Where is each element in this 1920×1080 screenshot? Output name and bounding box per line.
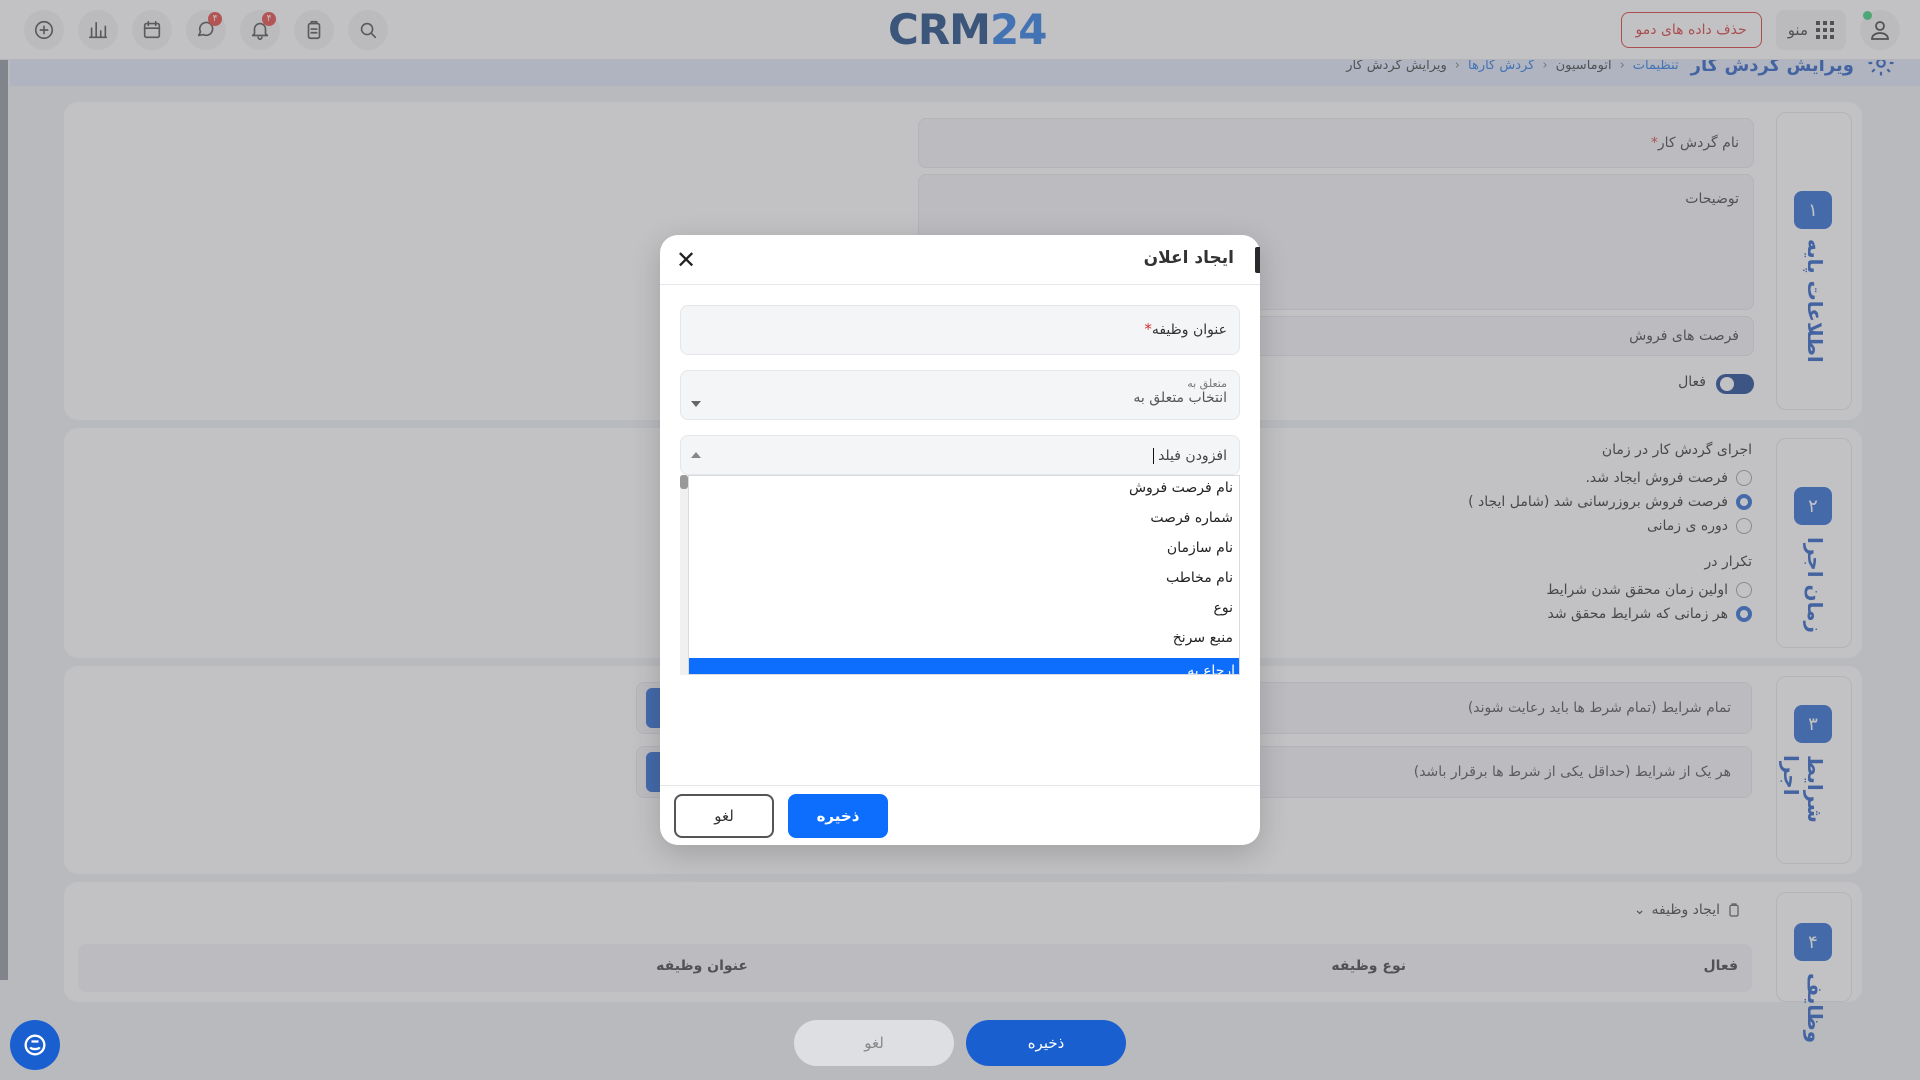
modal-cancel-button[interactable]: لغو	[674, 794, 774, 838]
related-to-placeholder: انتخاب متعلق به	[1133, 390, 1227, 406]
task-title-field[interactable]: عنوان وظیفه*	[680, 305, 1240, 355]
field-options-dropdown: نام فرصت فروش شماره فرصت نام سازمان نام …	[688, 475, 1240, 675]
page-save-button[interactable]: ذخیره	[966, 1020, 1126, 1066]
text-cursor	[1153, 447, 1155, 464]
modal-header: ایجاد اعلان ✕	[660, 235, 1260, 285]
dropdown-option[interactable]: نام فرصت فروش	[1129, 480, 1233, 496]
related-to-label: متعلق به	[1187, 377, 1227, 390]
modal-accent-mark	[1255, 247, 1260, 273]
scrollbar-thumb[interactable]	[680, 475, 688, 489]
page-cancel-button[interactable]: لغو	[794, 1020, 954, 1066]
dropdown-option[interactable]: نام مخاطب	[1166, 570, 1233, 586]
close-icon[interactable]: ✕	[670, 244, 702, 276]
dropdown-option-highlighted[interactable]: ارجاع به	[689, 658, 1239, 674]
modal-title: ایجاد اعلان	[1143, 248, 1234, 268]
related-to-select[interactable]: متعلق به انتخاب متعلق به	[680, 370, 1240, 420]
add-field-label: افزودن فیلد	[1158, 448, 1227, 464]
dropdown-option[interactable]: شماره فرصت	[1150, 510, 1233, 526]
modal-footer: لغو ذخیره	[660, 785, 1260, 845]
task-title-label: عنوان وظیفه	[1151, 322, 1227, 338]
support-icon	[24, 1034, 46, 1056]
dropdown-option[interactable]: نوع	[1214, 600, 1233, 616]
add-field-select[interactable]: افزودن فیلد	[680, 435, 1240, 475]
page-action-bar: لغو ذخیره	[0, 1005, 1920, 1080]
create-notification-modal: ایجاد اعلان ✕ عنوان وظیفه* متعلق به انتخ…	[660, 235, 1260, 845]
dropdown-scrollbar[interactable]	[680, 475, 688, 675]
chevron-up-icon	[691, 452, 701, 458]
dropdown-option[interactable]: منبع سرنخ	[1173, 630, 1233, 646]
modal-save-button[interactable]: ذخیره	[788, 794, 888, 838]
dropdown-option[interactable]: نام سازمان	[1167, 540, 1233, 556]
support-chat-button[interactable]	[10, 1020, 60, 1070]
chevron-down-icon	[691, 401, 701, 407]
